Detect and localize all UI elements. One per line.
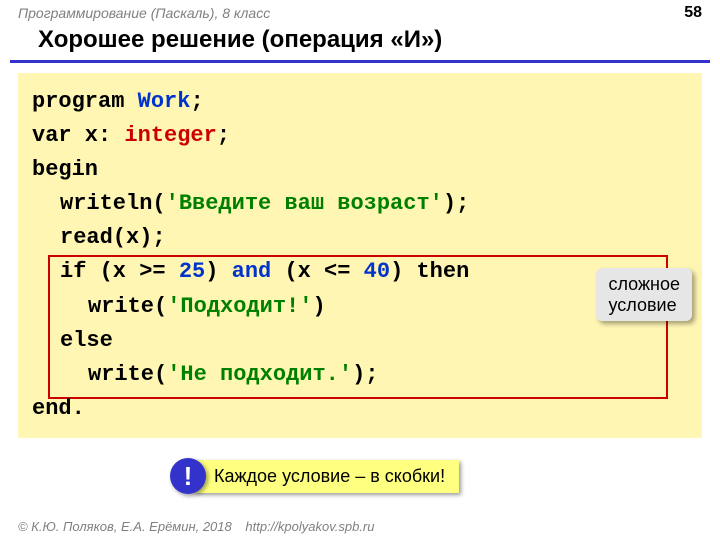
- code-line: writeln('Введите ваш возраст');: [32, 187, 688, 221]
- note-bar: ! Каждое условие – в скобки!: [170, 458, 459, 494]
- note-text: Каждое условие – в скобки!: [194, 460, 459, 493]
- exclamation-icon: !: [170, 458, 206, 494]
- code-line: write('Не подходит.');: [32, 358, 688, 392]
- slide-footer: © К.Ю. Поляков, Е.А. Ерёмин, 2018 http:/…: [18, 519, 374, 534]
- copyright: © К.Ю. Поляков, Е.А. Ерёмин, 2018: [18, 519, 232, 534]
- slide-header: Программирование (Паскаль), 8 класс 58: [0, 0, 720, 24]
- course-label: Программирование (Паскаль), 8 класс: [18, 5, 270, 21]
- callout-line: условие: [608, 295, 680, 316]
- callout-box: сложное условие: [596, 268, 692, 321]
- code-line: read(x);: [32, 221, 688, 255]
- slide-title: Хорошее решение (операция «И»): [10, 24, 710, 63]
- code-block: program Work; var x: integer; begin writ…: [18, 73, 702, 438]
- page-number: 58: [684, 4, 702, 22]
- code-line: program Work;: [32, 85, 688, 119]
- code-line: var x: integer;: [32, 119, 688, 153]
- code-line: else: [32, 324, 688, 358]
- footer-url: http://kpolyakov.spb.ru: [245, 519, 374, 534]
- code-line: end.: [32, 392, 688, 426]
- code-line: if (x >= 25) and (x <= 40) then: [32, 255, 688, 289]
- code-line: begin: [32, 153, 688, 187]
- code-line: write('Подходит!'): [32, 290, 688, 324]
- callout-line: сложное: [608, 274, 680, 295]
